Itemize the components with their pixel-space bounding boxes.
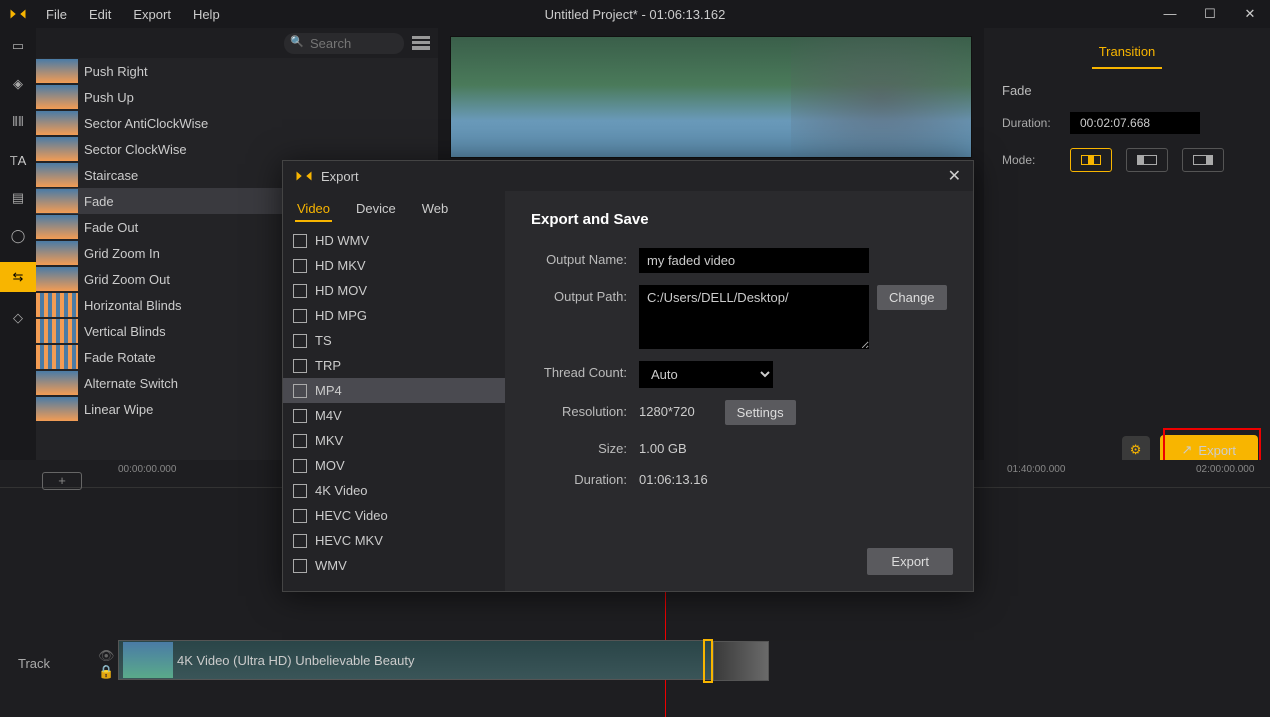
format-item[interactable]: MP4	[283, 378, 505, 403]
resolution-value: 1280*720	[639, 400, 695, 419]
dialog-export-button[interactable]: Export	[867, 548, 953, 575]
app-logo	[0, 5, 36, 23]
duration-label: Duration:	[531, 468, 639, 487]
clip-thumbnail	[123, 642, 173, 678]
clip-name: 4K Video (Ultra HD) Unbelievable Beauty	[177, 653, 415, 668]
track-label: Track	[18, 656, 50, 671]
format-item[interactable]: TRP	[283, 353, 505, 378]
layers-icon[interactable]: ◈	[6, 72, 30, 96]
clip-transition-handle[interactable]	[703, 639, 713, 683]
menu-export[interactable]: Export	[123, 3, 181, 26]
format-item[interactable]: HEVC Video	[283, 503, 505, 528]
menu-edit[interactable]: Edit	[79, 3, 121, 26]
format-item[interactable]: HD MPG	[283, 303, 505, 328]
format-item[interactable]: M4V	[283, 403, 505, 428]
properties-panel: Transition Fade Duration: 00:02:07.668 M…	[984, 28, 1270, 460]
format-item[interactable]: HD MKV	[283, 253, 505, 278]
format-item[interactable]: 4K Video	[283, 478, 505, 503]
format-item[interactable]: HD WMV	[283, 228, 505, 253]
thread-count-label: Thread Count:	[531, 361, 639, 380]
format-item[interactable]: TS	[283, 328, 505, 353]
thread-count-select[interactable]: Auto	[639, 361, 773, 388]
time-tick: 00:00:00.000	[118, 464, 176, 475]
transition-item[interactable]: Push Right	[36, 58, 438, 84]
add-track-button[interactable]: +	[42, 472, 82, 490]
search-input[interactable]	[284, 33, 404, 54]
menu-bar: File Edit Export Help	[36, 3, 230, 26]
mode-postfix[interactable]	[1182, 148, 1224, 172]
duration-value[interactable]: 00:02:07.668	[1070, 112, 1200, 134]
dialog-title: Export	[321, 169, 359, 184]
section-header: Fade	[1002, 83, 1252, 98]
format-item[interactable]: HD MOV	[283, 278, 505, 303]
output-name-input[interactable]	[639, 248, 869, 273]
text-icon[interactable]: TA	[6, 148, 30, 172]
time-tick: 02:00:00.000	[1196, 464, 1254, 475]
export-icon: ↗	[1182, 442, 1193, 458]
tab-web[interactable]: Web	[420, 197, 451, 222]
transition-item[interactable]: Sector AntiClockWise	[36, 110, 438, 136]
resolution-label: Resolution:	[531, 400, 639, 419]
track-visibility-icon[interactable]: 👁🔒	[98, 648, 115, 680]
duration-label: Duration:	[1002, 116, 1070, 130]
maximize-button[interactable]: ☐	[1190, 0, 1230, 28]
output-path-label: Output Path:	[531, 285, 639, 304]
size-label: Size:	[531, 437, 639, 456]
format-list: HD WMVHD MKVHD MOVHD MPGTSTRPMP4M4VMKVMO…	[283, 228, 505, 591]
audio-icon[interactable]: ⦀⦀	[6, 110, 30, 134]
clip-thumbnail	[713, 641, 769, 681]
change-button[interactable]: Change	[877, 285, 947, 310]
transition-item[interactable]: Sector ClockWise	[36, 136, 438, 162]
template-icon[interactable]: ▤	[6, 186, 30, 210]
mode-overlap[interactable]	[1070, 148, 1112, 172]
transition-item[interactable]: Push Up	[36, 84, 438, 110]
filter-icon[interactable]: ◇	[6, 306, 30, 330]
minimize-button[interactable]: —	[1150, 0, 1190, 28]
duration-value: 01:06:13.16	[639, 468, 708, 487]
format-item[interactable]: WMV	[283, 553, 505, 578]
transition-icon[interactable]: ⇆	[0, 262, 36, 292]
window-controls: — ☐ ✕	[1150, 0, 1270, 28]
tab-video[interactable]: Video	[295, 197, 332, 222]
properties-tab[interactable]: Transition	[1092, 38, 1162, 69]
settings-button[interactable]: Settings	[725, 400, 796, 425]
title-bar: File Edit Export Help Untitled Project* …	[0, 0, 1270, 28]
video-clip[interactable]: 4K Video (Ultra HD) Unbelievable Beauty	[118, 640, 712, 680]
mode-label: Mode:	[1002, 153, 1070, 167]
size-value: 1.00 GB	[639, 437, 687, 456]
export-dialog: Export ✕ Video Device Web HD WMVHD MKVHD…	[282, 160, 974, 592]
mode-prefix[interactable]	[1126, 148, 1168, 172]
tab-device[interactable]: Device	[354, 197, 398, 222]
format-item[interactable]: MKV	[283, 428, 505, 453]
time-tick: 01:40:00.000	[1007, 464, 1065, 475]
menu-help[interactable]: Help	[183, 3, 230, 26]
overlay-icon[interactable]: ◯	[6, 224, 30, 248]
format-item[interactable]: HEVC MKV	[283, 528, 505, 553]
left-nav: ▭ ◈ ⦀⦀ TA ▤ ◯ ⇆ ◇	[0, 28, 36, 460]
list-view-icon[interactable]	[412, 36, 430, 50]
output-path-input[interactable]: C:/Users/DELL/Desktop/	[639, 285, 869, 349]
output-name-label: Output Name:	[531, 248, 639, 267]
close-button[interactable]: ✕	[1230, 0, 1270, 28]
dialog-heading: Export and Save	[531, 211, 947, 228]
media-icon[interactable]: ▭	[6, 34, 30, 58]
format-item[interactable]: MOV	[283, 453, 505, 478]
dialog-close-icon[interactable]: ✕	[948, 166, 961, 186]
menu-file[interactable]: File	[36, 3, 77, 26]
video-preview[interactable]	[450, 36, 972, 158]
